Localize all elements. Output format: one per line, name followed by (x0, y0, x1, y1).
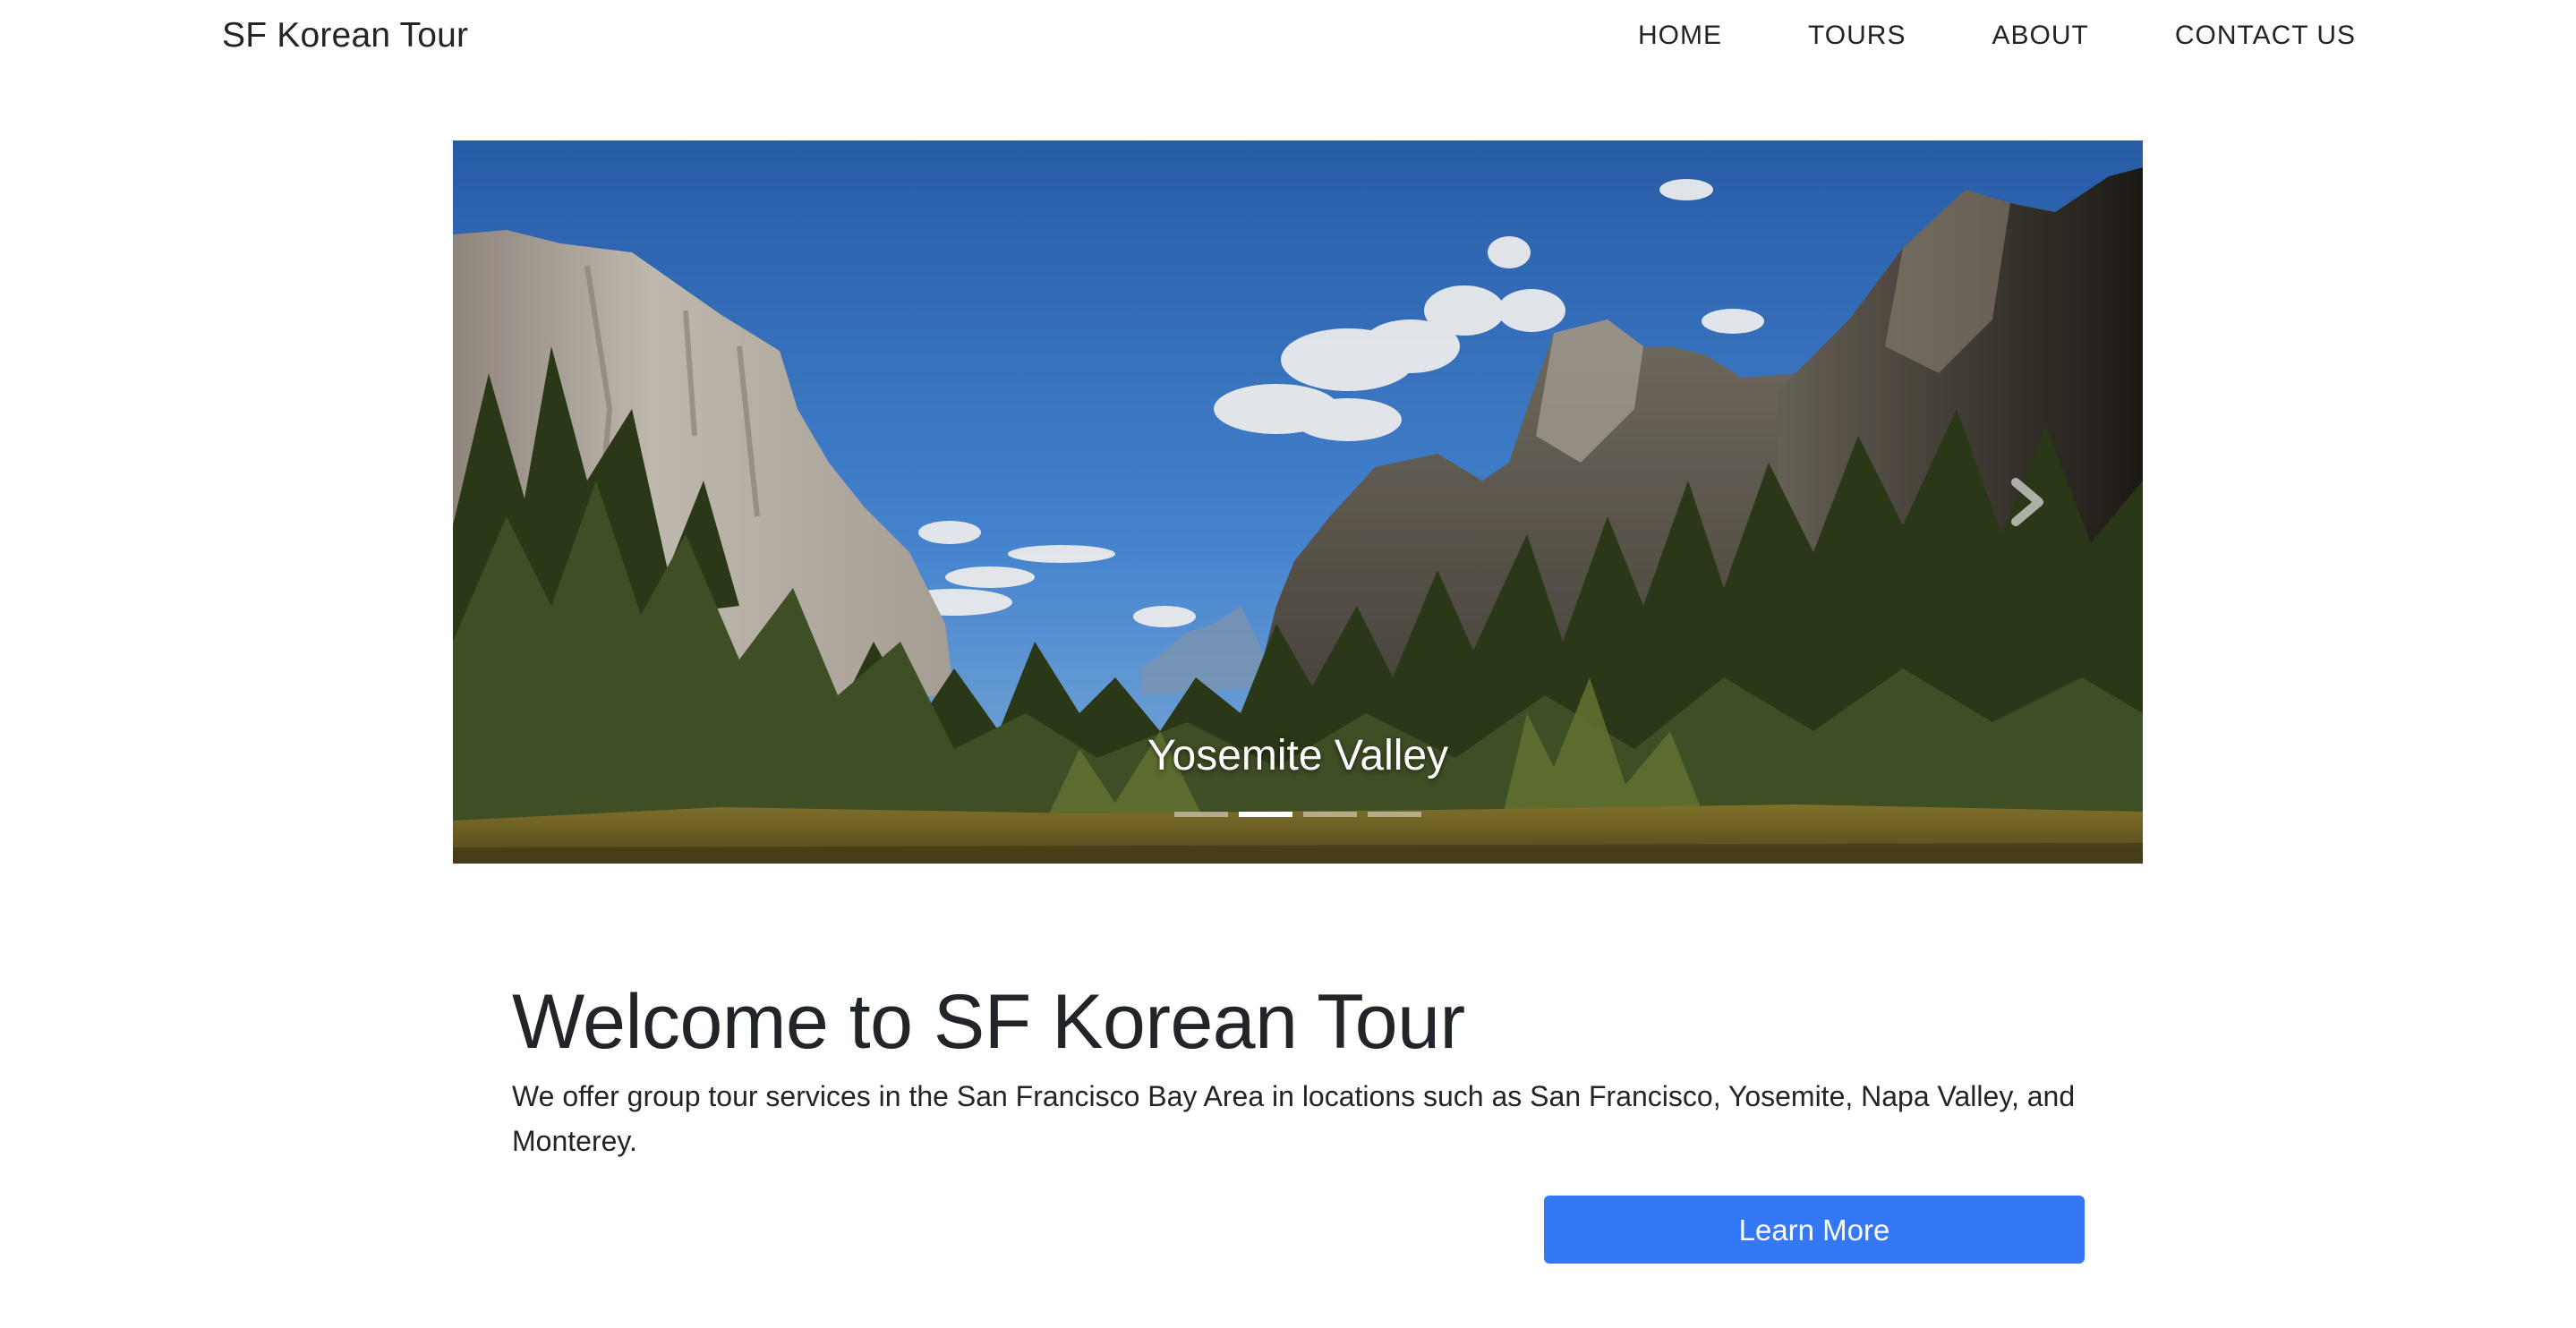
nav-links: HOME TOURS ABOUT CONTACT US (1638, 18, 2356, 54)
learn-more-button[interactable]: Learn More (1544, 1196, 2085, 1264)
nav-link-home[interactable]: HOME (1638, 18, 1722, 54)
carousel-indicator-1[interactable] (1174, 812, 1228, 817)
brand-logo-link[interactable]: SF Korean Tour (222, 13, 468, 59)
hero-carousel: Yosemite Valley (453, 140, 2143, 864)
carousel-caption: Yosemite Valley (1147, 732, 1449, 779)
nav-link-about[interactable]: ABOUT (1992, 18, 2088, 54)
nav-link-contact-us[interactable]: CONTACT US (2175, 18, 2356, 54)
welcome-heading: Welcome to SF Korean Tour (512, 979, 1465, 1065)
navbar: SF Korean Tour HOME TOURS ABOUT CONTACT … (0, 0, 2576, 72)
carousel-indicator-2[interactable] (1239, 812, 1292, 817)
carousel-indicator-3[interactable] (1303, 812, 1357, 817)
carousel-next-button[interactable] (2000, 473, 2053, 531)
carousel-indicator-4[interactable] (1368, 812, 1421, 817)
welcome-section: Welcome to SF Korean Tour We offer group… (512, 975, 2087, 1163)
nav-link-tours[interactable]: TOURS (1808, 18, 1906, 54)
welcome-description: We offer group tour services in the San … (512, 1080, 2076, 1157)
chevron-right-icon (2011, 478, 2043, 526)
carousel-indicators (453, 812, 2143, 817)
